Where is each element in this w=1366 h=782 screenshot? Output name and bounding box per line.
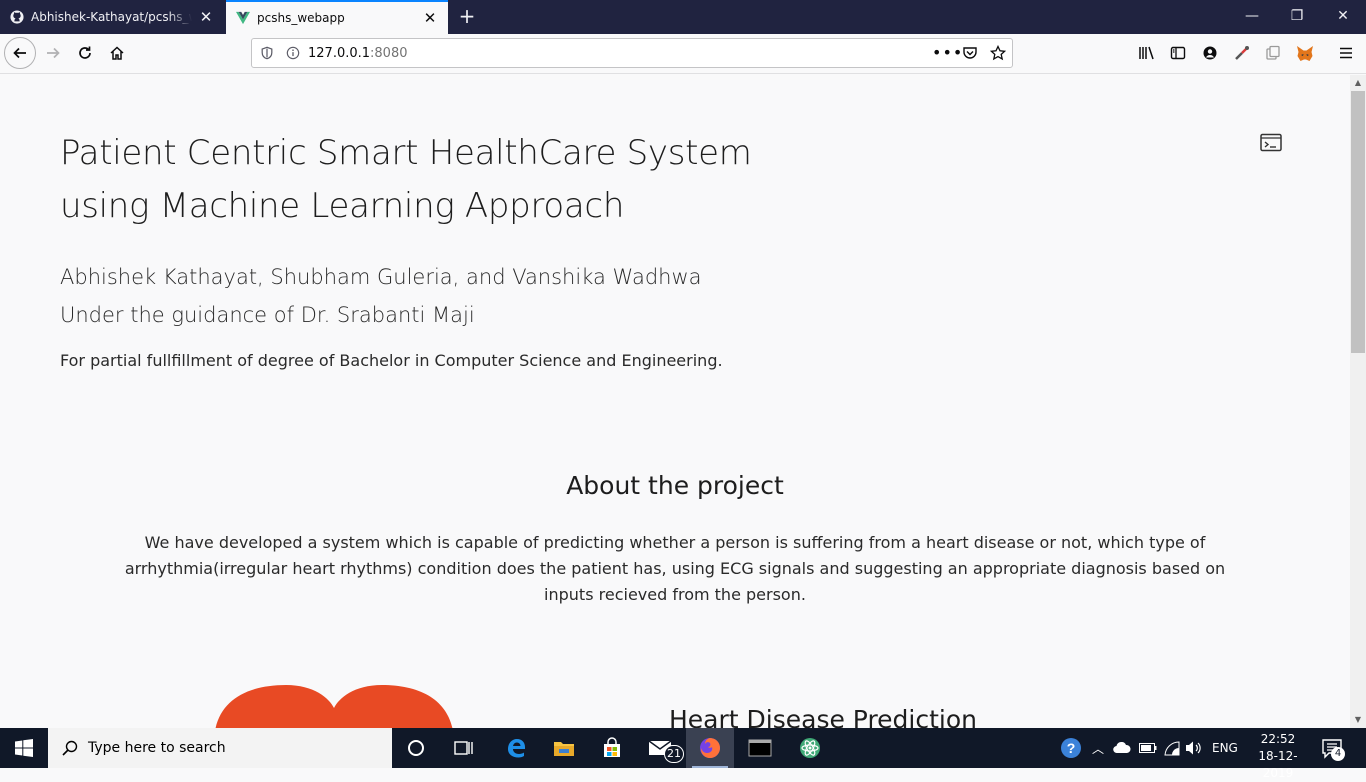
clock-date: 18-12-2019: [1258, 749, 1298, 780]
back-icon[interactable]: [4, 37, 36, 69]
vue-icon: [236, 11, 250, 25]
authors-block: Abhishek Kathayat, Shubham Guleria, and …: [60, 258, 702, 334]
pocket-icon[interactable]: [962, 45, 978, 61]
navigation-toolbar: 127.0.0.1:8080 •••: [0, 34, 1366, 74]
library-icon[interactable]: [1136, 42, 1158, 64]
url-bar[interactable]: 127.0.0.1:8080 •••: [251, 38, 1013, 68]
info-icon[interactable]: [286, 46, 300, 60]
tab-title: pcshs_webapp: [257, 11, 345, 25]
tab-pcshs[interactable]: pcshs_webapp ✕: [226, 0, 448, 34]
url-text: 127.0.0.1:8080: [308, 46, 408, 61]
language-indicator[interactable]: ENG: [1212, 728, 1238, 768]
reload-icon[interactable]: [70, 38, 100, 68]
page-title: Patient Centric Smart HealthCare System …: [60, 127, 820, 233]
account-icon[interactable]: [1199, 42, 1221, 64]
menu-icon[interactable]: [1335, 42, 1357, 64]
minimize-icon[interactable]: —: [1229, 0, 1275, 34]
help-icon[interactable]: ?: [1060, 728, 1082, 768]
task-view-icon[interactable]: [440, 728, 488, 768]
bookmark-star-icon[interactable]: [990, 45, 1006, 61]
heart-illustration: [215, 685, 453, 728]
page-scrollbar[interactable]: ▲ ▼: [1350, 75, 1366, 728]
extension-tool-icon[interactable]: [1231, 42, 1253, 64]
guidance-text: Under the guidance of Dr. Srabanti Maji: [60, 303, 475, 327]
system-clock[interactable]: 22:52 18-12-2019: [1245, 731, 1311, 782]
page-title-line1: Patient Centric Smart HealthCare System: [60, 133, 752, 173]
action-center-icon[interactable]: 4: [1320, 736, 1345, 761]
taskbar-search-box[interactable]: Type here to search: [48, 728, 392, 768]
scroll-down-icon[interactable]: ▼: [1350, 712, 1366, 728]
page-title-line2: using Machine Learning Approach: [60, 186, 625, 226]
mail-badge: 21: [664, 745, 684, 763]
shield-icon[interactable]: [260, 46, 274, 60]
tab-github[interactable]: Abhishek-Kathayat/pcshs_webapp ✕: [0, 0, 224, 34]
tab-title: Abhishek-Kathayat/pcshs_webapp: [31, 10, 192, 24]
tab-strip: Abhishek-Kathayat/pcshs_webapp ✕ pcshs_w…: [0, 0, 1366, 34]
volume-icon[interactable]: [1185, 728, 1203, 768]
scrollbar-thumb[interactable]: [1351, 91, 1365, 353]
clock-time: 22:52: [1260, 732, 1296, 746]
search-placeholder: Type here to search: [88, 740, 226, 756]
notification-count: 4: [1331, 747, 1345, 761]
close-window-icon[interactable]: ✕: [1320, 0, 1366, 34]
wifi-icon[interactable]: [1163, 728, 1181, 768]
cortana-icon[interactable]: [392, 728, 440, 768]
degree-text: For partial fullfillment of degree of Ba…: [60, 351, 723, 370]
url-port: :8080: [370, 45, 408, 61]
svg-text:?: ?: [1067, 740, 1076, 756]
page-actions-icon[interactable]: •••: [932, 43, 963, 62]
metamask-icon[interactable]: [1294, 42, 1316, 64]
about-heading: About the project: [566, 471, 784, 500]
close-tab-icon[interactable]: ✕: [422, 10, 438, 26]
home-icon[interactable]: [102, 38, 132, 68]
firefox-icon[interactable]: [686, 728, 734, 768]
windows-taskbar: Type here to search 21 ? ︿ ENG 22:52 18-…: [0, 728, 1366, 780]
search-icon: [62, 740, 78, 756]
show-hidden-icons-icon[interactable]: ︿: [1092, 728, 1104, 768]
terminal-icon[interactable]: [1260, 133, 1282, 157]
new-tab-icon[interactable]: +: [456, 5, 478, 27]
edge-icon[interactable]: [492, 728, 540, 768]
container-icon[interactable]: [1262, 42, 1284, 64]
mail-icon[interactable]: 21: [636, 728, 684, 768]
url-host: 127.0.0.1: [308, 45, 371, 61]
heart-disease-prediction-heading: Heart Disease Prediction: [669, 705, 977, 728]
forward-icon[interactable]: [38, 38, 68, 68]
authors-text: Abhishek Kathayat, Shubham Guleria, and …: [60, 265, 702, 289]
onedrive-icon[interactable]: [1113, 728, 1131, 768]
about-paragraph: We have developed a system which is capa…: [124, 533, 1226, 604]
scroll-up-icon[interactable]: ▲: [1350, 75, 1366, 91]
store-icon[interactable]: [588, 728, 636, 768]
windows-start-icon[interactable]: [0, 728, 48, 768]
close-tab-icon[interactable]: ✕: [198, 9, 214, 25]
restore-icon[interactable]: ❐: [1274, 0, 1320, 34]
page-content: Patient Centric Smart HealthCare System …: [0, 75, 1350, 728]
sidebar-icon[interactable]: [1167, 42, 1189, 64]
terminal-app-icon[interactable]: [736, 728, 784, 768]
github-icon: [10, 10, 24, 24]
battery-icon[interactable]: [1139, 728, 1157, 768]
atom-icon[interactable]: [786, 728, 834, 768]
file-explorer-icon[interactable]: [540, 728, 588, 768]
